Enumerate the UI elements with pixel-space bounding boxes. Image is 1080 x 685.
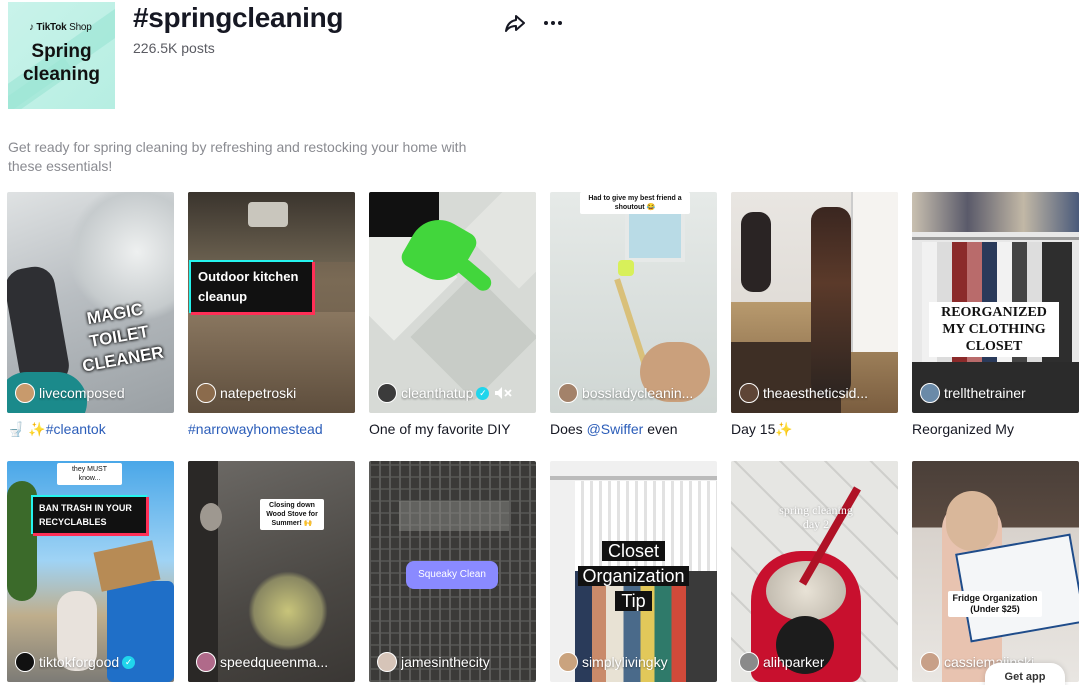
video-thumbnail[interactable]: Closing down Wood Stove for Summer! 🙌 spee… xyxy=(188,461,355,682)
video-caption[interactable]: Day 15✨ xyxy=(731,421,898,438)
video-author[interactable]: alihparker xyxy=(739,652,892,672)
post-count: 226.5K posts xyxy=(133,40,215,56)
video-overlay-text: spring cleaning day 2 xyxy=(779,503,853,531)
video-author[interactable]: cleanthatup ✓ xyxy=(377,383,530,403)
video-author[interactable]: natepetroski xyxy=(196,383,349,403)
avatar xyxy=(920,652,940,672)
avatar xyxy=(377,652,397,672)
video-caption[interactable]: Does @Swiffer even xyxy=(550,421,717,437)
avatar xyxy=(15,652,35,672)
video-overlay-text: MAGIC TOILET CLEANER xyxy=(80,299,166,376)
video-card[interactable]: theaestheticsid... Day 15✨ xyxy=(731,192,898,438)
video-card[interactable]: Closet Organization Tip simplylivingky xyxy=(550,461,717,682)
video-overlay-text: they MUST know... xyxy=(57,463,122,485)
video-card[interactable]: Had to give my best friend a shoutout 😂 b… xyxy=(550,192,717,437)
video-thumbnail[interactable]: cleanthatup ✓ xyxy=(369,192,536,413)
more-options-button[interactable] xyxy=(540,10,566,36)
avatar xyxy=(739,652,759,672)
video-card[interactable]: Outdoor kitchen cleanup natepetroski #nar… xyxy=(188,192,355,437)
video-author[interactable]: simplylivingky xyxy=(558,652,711,672)
video-thumbnail[interactable]: REORGANIZED MY CLOTHING CLOSET trellthetra… xyxy=(912,192,1079,413)
video-thumbnail[interactable]: Outdoor kitchen cleanup natepetroski xyxy=(188,192,355,413)
video-card[interactable]: Fridge Organization (Under $25) cassiemaj… xyxy=(912,461,1079,682)
tiktok-shop-logo: ♪ TikTok Shop xyxy=(29,22,92,33)
video-card[interactable]: MAGIC TOILET CLEANER livecomposed 🚽 ✨#clea… xyxy=(7,192,174,438)
share-button[interactable] xyxy=(502,10,528,36)
avatar xyxy=(558,383,578,403)
video-caption[interactable]: One of my favorite DIY xyxy=(369,421,536,437)
video-author[interactable]: speedqueenma... xyxy=(196,652,349,672)
avatar xyxy=(15,383,35,403)
video-card[interactable]: spring cleaning day 2 alihparker xyxy=(731,461,898,682)
video-thumbnail[interactable]: theaestheticsid... xyxy=(731,192,898,413)
video-author[interactable]: bossladycleanin... xyxy=(558,383,711,403)
video-author[interactable]: livecomposed xyxy=(15,383,168,403)
video-card[interactable]: cleanthatup ✓ One of my favorite DIY xyxy=(369,192,536,437)
video-overlay-text: Closet Organization Tip xyxy=(570,539,697,614)
verified-badge-icon: ✓ xyxy=(122,655,136,669)
video-overlay-text: REORGANIZED MY CLOTHING CLOSET xyxy=(929,302,1059,357)
verified-badge-icon: ✓ xyxy=(476,386,490,400)
video-thumbnail[interactable]: they MUST know... BAN TRASH IN YOUR RECYC… xyxy=(7,461,174,682)
avatar xyxy=(196,652,216,672)
avatar xyxy=(377,383,397,403)
video-overlay-text: Fridge Organization (Under $25) xyxy=(948,591,1042,617)
video-author[interactable]: theaestheticsid... xyxy=(739,383,892,403)
video-thumbnail[interactable]: Squeaky Clean jamesinthecity xyxy=(369,461,536,682)
video-thumbnail[interactable]: spring cleaning day 2 alihparker xyxy=(731,461,898,682)
video-card[interactable]: Closing down Wood Stove for Summer! 🙌 spee… xyxy=(188,461,355,682)
video-card[interactable]: they MUST know... BAN TRASH IN YOUR RECYC… xyxy=(7,461,174,682)
video-thumbnail[interactable]: Closet Organization Tip simplylivingky xyxy=(550,461,717,682)
video-overlay-text: Closing down Wood Stove for Summer! 🙌 xyxy=(260,499,324,530)
cover-title: Spring cleaning xyxy=(22,41,101,85)
video-card[interactable]: Squeaky Clean jamesinthecity xyxy=(369,461,536,682)
video-card[interactable]: REORGANIZED MY CLOTHING CLOSET trellthetra… xyxy=(912,192,1079,437)
speaker-muted-icon[interactable] xyxy=(494,386,513,400)
video-overlay-text: Squeaky Clean xyxy=(406,561,498,589)
video-thumbnail[interactable]: MAGIC TOILET CLEANER livecomposed xyxy=(7,192,174,413)
avatar xyxy=(739,383,759,403)
avatar xyxy=(196,383,216,403)
video-overlay-text: BAN TRASH IN YOUR RECYCLABLES xyxy=(33,497,149,536)
hashtag-description: Get ready for spring cleaning by refresh… xyxy=(8,139,467,174)
video-caption[interactable]: 🚽 ✨#cleantok xyxy=(7,421,174,438)
video-thumbnail[interactable]: Had to give my best friend a shoutout 😂 b… xyxy=(550,192,717,413)
video-overlay-text: Outdoor kitchen cleanup xyxy=(191,262,315,315)
get-app-button[interactable]: Get app xyxy=(985,663,1065,685)
video-author[interactable]: trellthetrainer xyxy=(920,383,1073,403)
video-caption[interactable]: Reorganized My xyxy=(912,421,1079,437)
video-thumbnail[interactable]: Fridge Organization (Under $25) cassiemaj… xyxy=(912,461,1079,682)
video-caption[interactable]: #narrowayhomestead xyxy=(188,421,355,437)
avatar xyxy=(920,383,940,403)
hashtag-title: #springcleaning xyxy=(133,2,344,33)
hashtag-cover-image: ♪ TikTok Shop Spring cleaning xyxy=(8,2,115,109)
video-author[interactable]: tiktokforgood ✓ xyxy=(15,652,168,672)
ellipsis-icon xyxy=(544,21,562,25)
video-overlay-text: Had to give my best friend a shoutout 😂 xyxy=(580,192,690,214)
avatar xyxy=(558,652,578,672)
share-arrow-icon xyxy=(505,15,525,32)
video-author[interactable]: jamesinthecity xyxy=(377,652,530,672)
